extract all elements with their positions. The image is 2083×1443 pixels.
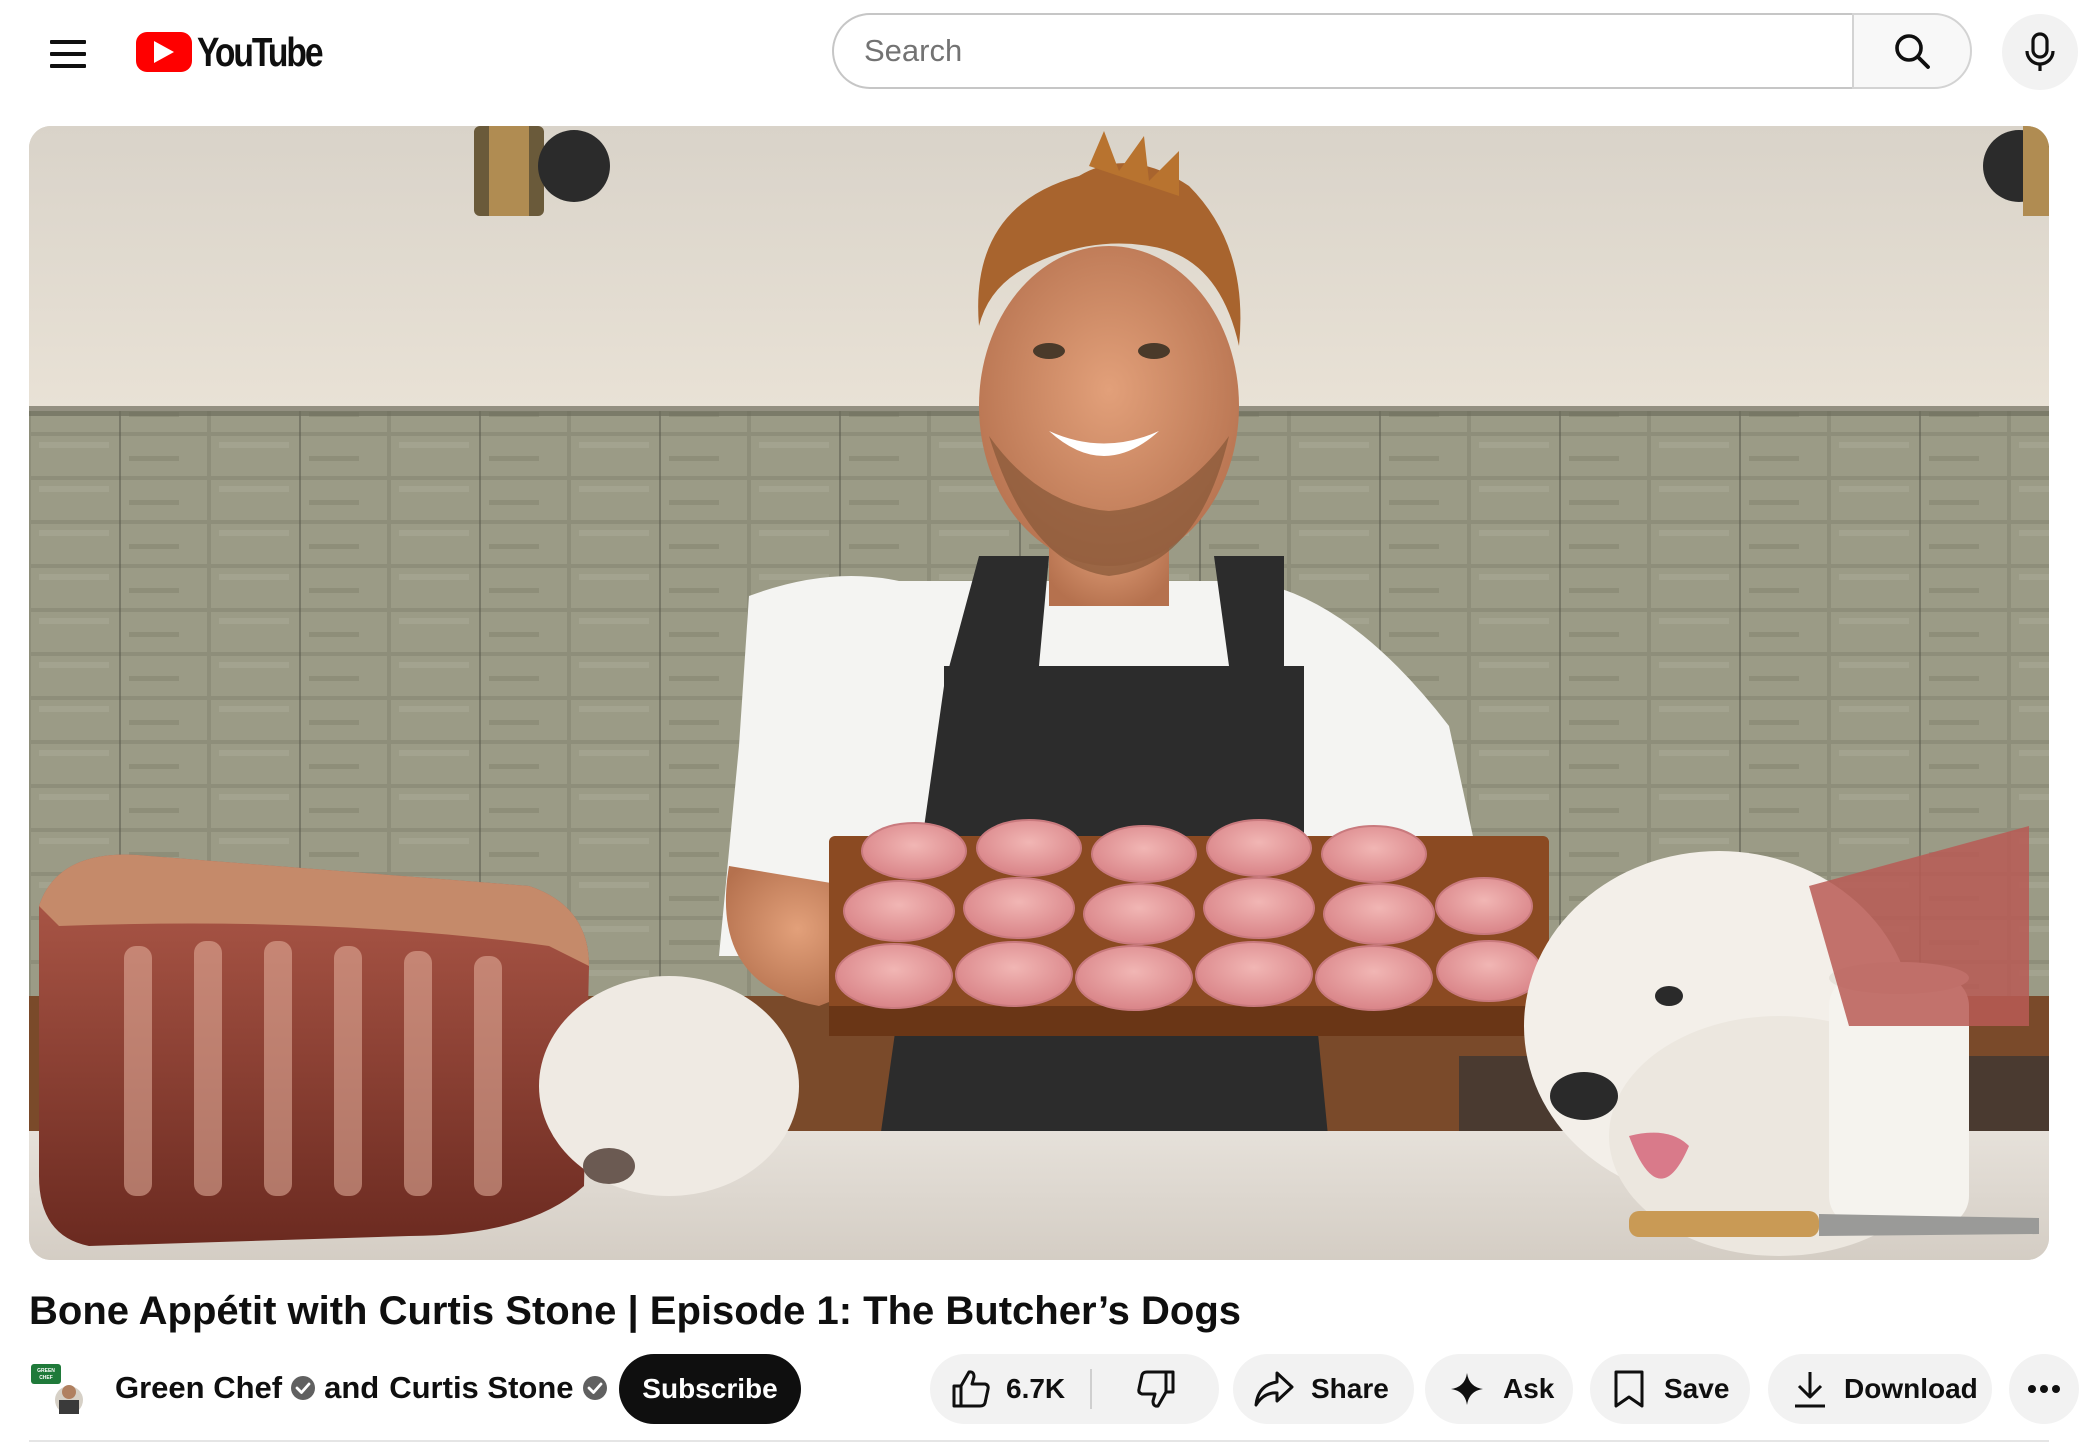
thumbs-up-icon <box>950 1368 992 1410</box>
subscribe-button[interactable]: Subscribe <box>619 1354 801 1424</box>
save-button[interactable]: Save <box>1590 1354 1750 1424</box>
like-button[interactable]: 6.7K <box>930 1354 1090 1424</box>
share-label: Share <box>1311 1373 1389 1404</box>
svg-text:GREEN: GREEN <box>37 1368 55 1374</box>
sparkle-icon <box>1449 1371 1485 1407</box>
logo-wordmark: YouTube <box>197 28 324 75</box>
youtube-play-icon <box>136 32 192 72</box>
video-player[interactable] <box>29 126 2049 1260</box>
channel-names: Green Chef and Curtis Stone <box>115 1368 616 1408</box>
download-button[interactable]: Download <box>1768 1354 1992 1424</box>
download-label: Download <box>1844 1373 1978 1404</box>
verified-badge-icon <box>582 1376 607 1400</box>
search-input[interactable] <box>832 13 1852 89</box>
ask-label: Ask <box>1503 1373 1555 1404</box>
share-button[interactable]: Share <box>1233 1354 1414 1424</box>
ask-button[interactable]: Ask <box>1425 1354 1573 1424</box>
youtube-logo[interactable]: YouTube <box>136 28 349 75</box>
more-horizontal-icon <box>2027 1384 2061 1394</box>
thumbs-down-icon <box>1135 1368 1177 1410</box>
dislike-button[interactable] <box>1092 1354 1219 1424</box>
bookmark-icon <box>1612 1369 1646 1409</box>
channel-name-green-chef[interactable]: Green Chef <box>115 1368 282 1408</box>
owner-action-row: GREEN CHEF Green Chef and Curtis Stone S… <box>29 1350 2079 1426</box>
verified-badge-icon <box>291 1376 316 1400</box>
more-actions-button[interactable] <box>2009 1354 2079 1424</box>
channel-name-curtis-stone[interactable]: Curtis Stone <box>389 1368 573 1408</box>
search-button[interactable] <box>1852 13 1972 89</box>
video-thumbnail-image <box>29 126 2049 1260</box>
hamburger-menu-icon <box>50 40 86 68</box>
search-icon <box>1895 34 1930 69</box>
save-label: Save <box>1664 1373 1730 1404</box>
share-arrow-icon <box>1253 1369 1295 1409</box>
like-dislike-group: 6.7K <box>930 1354 1219 1424</box>
guide-menu-button[interactable] <box>32 18 104 90</box>
section-divider <box>29 1440 2049 1442</box>
like-count: 6.7K <box>1006 1373 1066 1404</box>
masthead: YouTube <box>0 0 2083 106</box>
video-title: Bone Appétit with Curtis Stone | Episode… <box>29 1289 1242 1333</box>
microphone-icon <box>2025 32 2055 71</box>
voice-search-button[interactable] <box>2002 14 2078 90</box>
search-box <box>832 13 1972 89</box>
svg-text:CHEF: CHEF <box>39 1375 53 1381</box>
channel-joiner: and <box>324 1370 380 1405</box>
download-icon <box>1792 1369 1828 1409</box>
channel-avatar[interactable]: GREEN CHEF <box>29 1362 91 1416</box>
